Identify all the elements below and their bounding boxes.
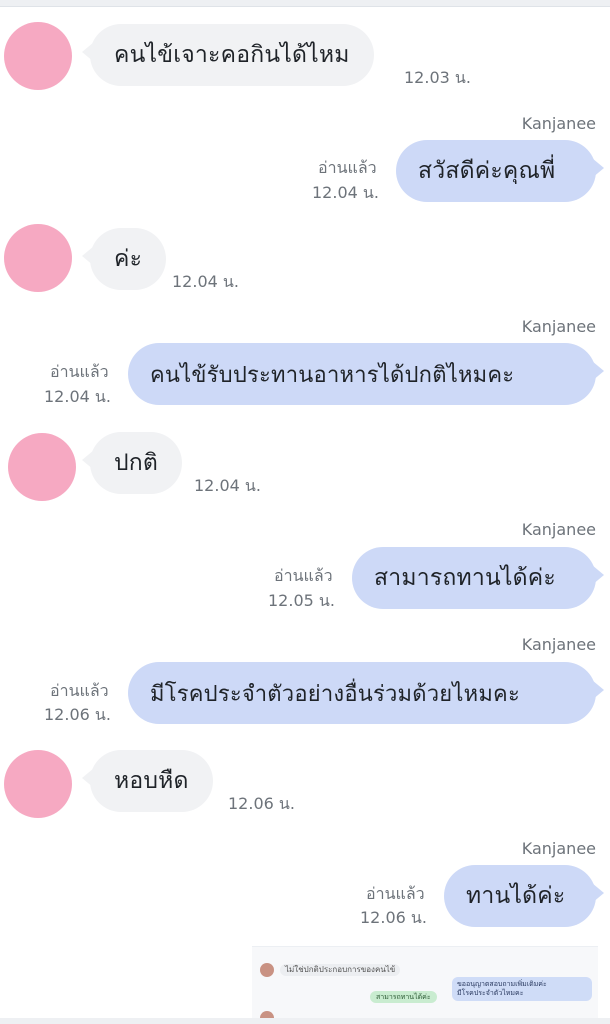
message-text: สวัสดีค่ะคุณพี่ [418, 158, 556, 184]
message-text: สามารถทานได้ค่ะ [374, 565, 556, 591]
read-receipt: อ่านแล้ว [366, 884, 425, 903]
bottom-divider [0, 1018, 610, 1024]
message-text: ค่ะ [114, 246, 143, 272]
preview-outgoing-pill: สามารถทานได้ค่ะ [370, 991, 437, 1003]
incoming-message-bubble[interactable]: ปกติ [82, 432, 183, 494]
message-text: คนไข้เจาะคอกินได้ไหม [114, 42, 350, 68]
sender-name: Kanjanee [521, 839, 596, 858]
message-time: 12.05 น. [268, 591, 335, 610]
read-receipt: อ่านแล้ว [318, 158, 377, 177]
read-receipt: อ่านแล้ว [274, 566, 333, 585]
sender-name: Kanjanee [521, 520, 596, 539]
outgoing-message-bubble[interactable]: คนไข้รับประทานอาหารได้ปกติไหมคะ [128, 343, 604, 405]
message-text: คนไข้รับประทานอาหารได้ปกติไหมคะ [150, 362, 515, 388]
read-receipt: อ่านแล้ว [50, 362, 109, 381]
message-text: หอบหืด [114, 768, 189, 794]
message-time: 12.04 น. [44, 387, 111, 406]
preview-avatar [260, 963, 274, 977]
outgoing-message-bubble[interactable]: มีโรคประจำตัวอย่างอื่นร่วมด้วยไหมคะ [128, 662, 604, 724]
incoming-message-bubble[interactable]: คนไข้เจาะคอกินได้ไหม [82, 24, 374, 86]
incoming-message-bubble[interactable]: ค่ะ [82, 228, 167, 290]
top-divider [0, 0, 610, 7]
message-time: 12.06 น. [44, 705, 111, 724]
sender-name: Kanjanee [521, 635, 596, 654]
read-receipt: อ่านแล้ว [50, 681, 109, 700]
message-text: ปกติ [114, 450, 159, 476]
preview-outgoing-bubble: ขออนุญาตสอบถามเพิ่มเติมค่ะ มีโรคประจำตัว… [452, 977, 592, 1001]
message-time: 12.03 น. [404, 68, 471, 87]
contact-avatar[interactable] [4, 750, 72, 818]
contact-avatar[interactable] [8, 433, 76, 501]
sender-name: Kanjanee [521, 317, 596, 336]
contact-avatar[interactable] [4, 224, 72, 292]
outgoing-message-bubble[interactable]: สามารถทานได้ค่ะ [352, 547, 604, 609]
message-time: 12.04 น. [194, 476, 261, 495]
message-text: ทานได้ค่ะ [466, 883, 566, 909]
outgoing-message-bubble[interactable]: ทานได้ค่ะ [444, 865, 604, 927]
message-time: 12.06 น. [360, 908, 427, 927]
sender-name: Kanjanee [521, 114, 596, 133]
image-message-thumbnail[interactable]: ไม่ใช่ปกติประกอบการของคนไข้ สามารถทานได้… [252, 946, 598, 1019]
outgoing-message-bubble[interactable]: สวัสดีค่ะคุณพี่ [396, 140, 604, 202]
message-time: 12.06 น. [228, 794, 295, 813]
preview-incoming-text: ไม่ใช่ปกติประกอบการของคนไข้ [280, 964, 401, 976]
incoming-message-bubble[interactable]: หอบหืด [82, 750, 213, 812]
message-time: 12.04 น. [312, 183, 379, 202]
contact-avatar[interactable] [4, 22, 72, 90]
message-time: 12.04 น. [172, 272, 239, 291]
message-text: มีโรคประจำตัวอย่างอื่นร่วมด้วยไหมคะ [150, 681, 520, 707]
